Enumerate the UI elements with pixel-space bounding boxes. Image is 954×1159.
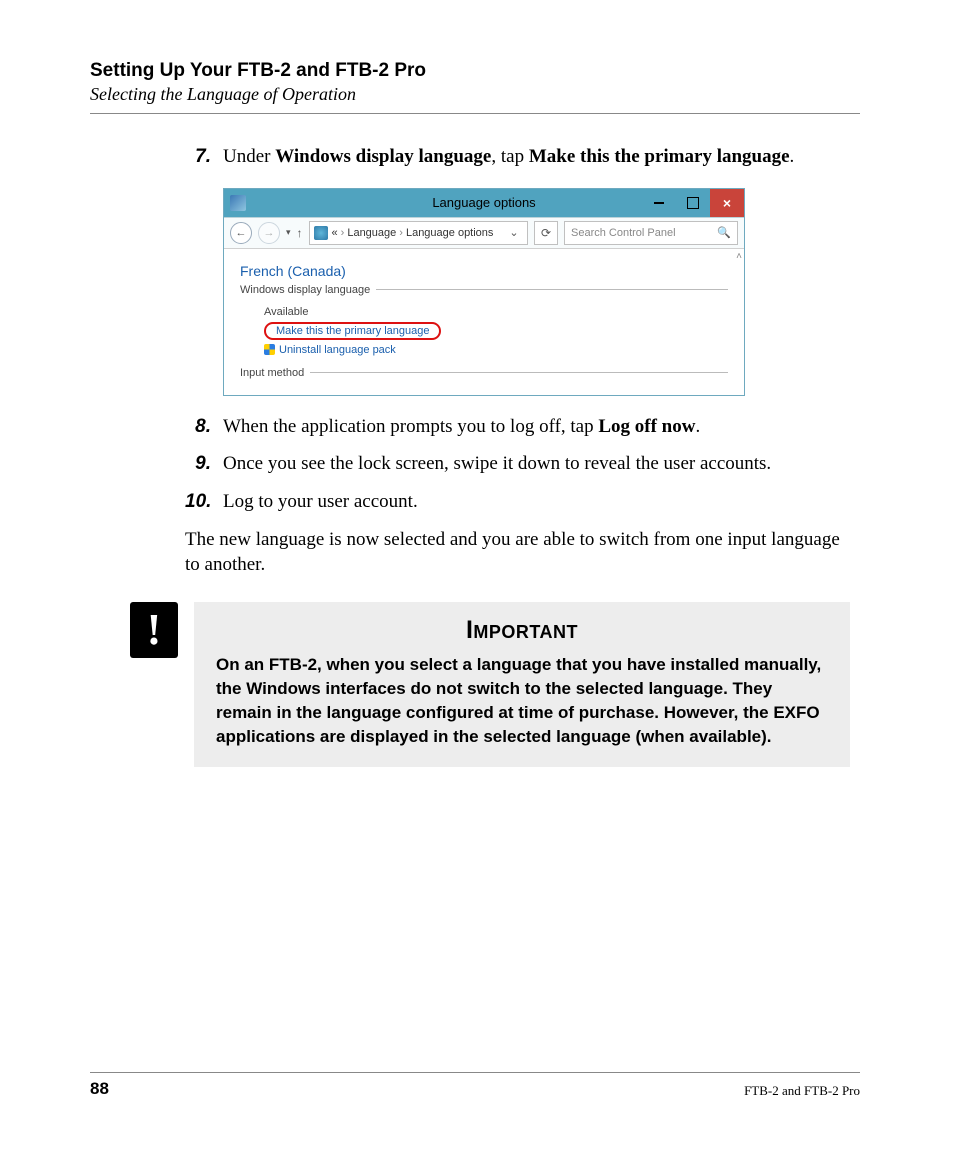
window-content: ˄ French (Canada) Windows display langua… (224, 249, 744, 395)
step-body: Log to your user account. (223, 489, 845, 515)
group-label: Input method (240, 367, 310, 379)
text: , tap (491, 146, 528, 167)
page-number: 88 (90, 1079, 109, 1099)
step-body: Under Windows display language, tap Make… (223, 144, 845, 170)
step-8: 8. When the application prompts you to l… (185, 414, 845, 440)
chapter-title: Setting Up Your FTB-2 and FTB-2 Pro (90, 60, 860, 82)
refresh-button[interactable]: ⟳ (534, 221, 558, 245)
uninstall-label: Uninstall language pack (279, 344, 396, 356)
forward-button[interactable]: → (258, 222, 280, 244)
language-heading: French (Canada) (240, 263, 728, 279)
available-label: Available (264, 306, 728, 318)
text: Under (223, 146, 275, 167)
scroll-up-icon[interactable]: ˄ (736, 251, 742, 262)
section-subtitle: Selecting the Language of Operation (90, 84, 860, 105)
breadcrumb-root: « (332, 227, 338, 239)
chevron-right-icon: › (341, 227, 345, 239)
bold-text: Windows display language (275, 146, 491, 167)
display-language-group: Windows display language Available Make … (240, 289, 728, 362)
uninstall-language-link[interactable]: Uninstall language pack (264, 344, 728, 356)
page-footer: 88 FTB-2 and FTB-2 Pro (90, 1072, 860, 1099)
closing-paragraph: The new language is now selected and you… (185, 527, 845, 578)
text: When the application prompts you to log … (223, 416, 598, 437)
search-icon: 🔍 (717, 226, 731, 239)
bold-text: Make this the primary language (529, 146, 790, 167)
step-body: Once you see the lock screen, swipe it d… (223, 451, 845, 477)
important-title: Important (216, 616, 828, 645)
step-number: 7. (185, 144, 223, 170)
step-9: 9. Once you see the lock screen, swipe i… (185, 451, 845, 477)
breadcrumb-dropdown[interactable]: ⌄ (505, 226, 523, 239)
group-label: Windows display language (240, 284, 376, 296)
close-button[interactable]: × (710, 189, 744, 217)
important-callout: ! Important On an FTB-2, when you select… (130, 602, 850, 768)
maximize-button[interactable] (676, 189, 710, 217)
text: . (790, 146, 795, 167)
back-button[interactable]: ← (230, 222, 252, 244)
important-text: On an FTB-2, when you select a language … (216, 653, 828, 750)
step-number: 10. (185, 489, 223, 515)
text: . (695, 416, 700, 437)
address-bar: ← → ▾ ↑ « › Language › Language options … (224, 217, 744, 249)
product-name: FTB-2 and FTB-2 Pro (744, 1083, 860, 1099)
search-placeholder: Search Control Panel (571, 227, 676, 239)
control-panel-icon (314, 226, 328, 240)
step-7: 7. Under Windows display language, tap M… (185, 144, 845, 170)
make-primary-language-link[interactable]: Make this the primary language (264, 322, 441, 340)
step-10: 10. Log to your user account. (185, 489, 845, 515)
recent-locations-dropdown[interactable]: ▾ (286, 227, 291, 238)
window-titlebar: Language options × (224, 189, 744, 217)
exclamation-icon: ! (130, 602, 178, 658)
up-button[interactable]: ↑ (297, 226, 303, 240)
minimize-button[interactable] (642, 189, 676, 217)
search-input[interactable]: Search Control Panel 🔍 (564, 221, 738, 245)
language-options-window: Language options × ← → ▾ ↑ « › Language … (223, 188, 745, 396)
step-number: 8. (185, 414, 223, 440)
breadcrumb[interactable]: « › Language › Language options ⌄ (309, 221, 528, 245)
input-method-group: Input method (240, 372, 728, 387)
chevron-right-icon: › (399, 227, 403, 239)
shield-icon (264, 344, 275, 355)
important-box: Important On an FTB-2, when you select a… (194, 602, 850, 768)
step-body: When the application prompts you to log … (223, 414, 845, 440)
breadcrumb-segment[interactable]: Language options (406, 227, 493, 239)
bold-text: Log off now (598, 416, 695, 437)
header-divider (90, 113, 860, 114)
breadcrumb-segment[interactable]: Language (347, 227, 396, 239)
step-number: 9. (185, 451, 223, 477)
